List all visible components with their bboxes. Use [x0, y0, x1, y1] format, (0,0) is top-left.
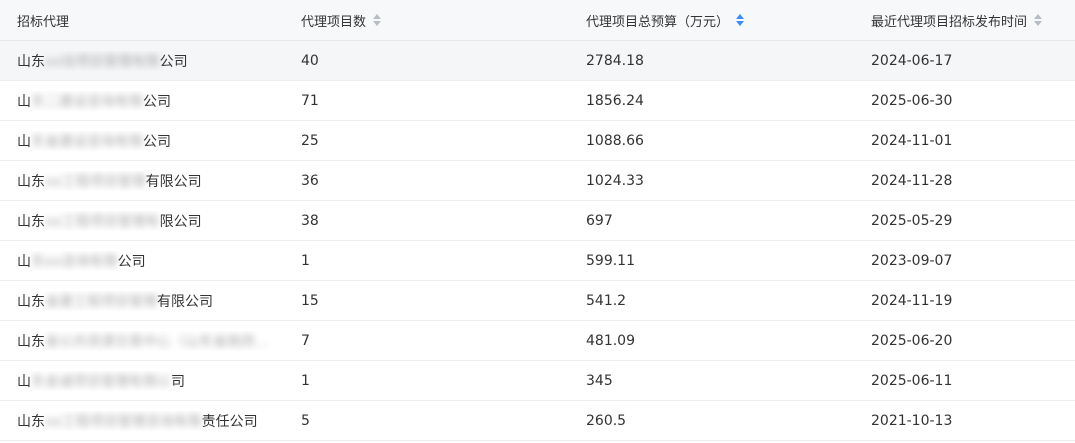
- agent-name-suffix: 公司: [117, 253, 146, 270]
- agent-name[interactable]: 山东xx工程项目管理咨询有限责任公司: [0, 411, 285, 431]
- sort-asc-icon[interactable]: [1034, 14, 1043, 19]
- table-header: 招标代理 代理项目数 代理项目总预算（万元） 最近代理项目招标发布时间: [0, 0, 1075, 41]
- agent-name-prefix: 山: [17, 133, 31, 150]
- agent-name[interactable]: 山东xx工程项目管理有限公司: [0, 211, 285, 231]
- project-budget: 697: [586, 212, 613, 229]
- sort-asc-icon[interactable]: [736, 14, 745, 19]
- agent-name-masked: 东省建设咨询有限: [31, 133, 143, 150]
- agent-name-prefix: 山东: [17, 293, 45, 310]
- project-count: 1: [301, 372, 310, 389]
- header-agent: 招标代理: [0, 11, 285, 30]
- table-row[interactable]: 山东xx信项目管理有限公司 40 2784.18 2024-06-17: [0, 41, 1075, 81]
- project-budget: 345: [586, 372, 613, 389]
- agent-name-suffix: 公司: [143, 93, 171, 110]
- agent-name[interactable]: 山东省建设咨询有限公司: [0, 131, 285, 151]
- table-row[interactable]: 山东xx工程项目管理有限公司 38 697 2025-05-29: [0, 201, 1075, 241]
- sort-icon-active[interactable]: [736, 14, 745, 26]
- project-count: 15: [301, 292, 319, 309]
- agent-name-masked: 省公共资源交易中心（山东省政府...: [45, 333, 269, 350]
- agent-name-suffix: 责任公司: [201, 413, 258, 430]
- sort-desc-icon[interactable]: [736, 21, 745, 26]
- agent-name[interactable]: 山东省公共资源交易中心（山东省政府...: [0, 331, 285, 351]
- agent-name-masked: 东金诚项目管理有限公: [31, 373, 171, 390]
- table-row[interactable]: 山东xx工程项目管理咨询有限责任公司 5 260.5 2021-10-13: [0, 401, 1075, 441]
- agent-name-prefix: 山东: [17, 213, 45, 230]
- header-latest-label: 最近代理项目招标发布时间: [871, 14, 1028, 30]
- sort-asc-icon[interactable]: [373, 14, 382, 19]
- project-budget: 2784.18: [586, 52, 644, 69]
- latest-date: 2024-11-19: [871, 292, 953, 309]
- sort-icon[interactable]: [373, 14, 382, 26]
- header-budget-label: 代理项目总预算（万元）: [586, 14, 730, 30]
- latest-date: 2024-11-28: [871, 172, 953, 189]
- agent-name-masked: xx信项目管理有限: [45, 53, 160, 70]
- header-count[interactable]: 代理项目数: [285, 11, 570, 30]
- latest-date: 2025-05-29: [871, 212, 953, 229]
- agent-name-masked: 省建工程项目管理: [45, 293, 157, 310]
- project-budget: 1856.24: [586, 92, 644, 109]
- project-budget: 260.5: [586, 412, 627, 429]
- agent-name[interactable]: 山东金诚项目管理有限公司: [0, 371, 285, 391]
- table-row[interactable]: 山东省建工程项目管理有限公司 15 541.2 2024-11-19: [0, 281, 1075, 321]
- agent-name[interactable]: 山东xx工程项目管理有限公司: [0, 171, 285, 191]
- agent-name-prefix: 山: [17, 253, 31, 270]
- agent-name-masked: xx工程项目管理: [45, 173, 146, 190]
- table-row[interactable]: 山东省公共资源交易中心（山东省政府... 7 481.09 2025-06-20: [0, 321, 1075, 361]
- header-latest[interactable]: 最近代理项目招标发布时间: [855, 11, 1075, 30]
- project-count: 25: [301, 132, 319, 149]
- latest-date: 2025-06-20: [871, 332, 953, 349]
- latest-date: 2021-10-13: [871, 412, 953, 429]
- sort-desc-icon[interactable]: [1034, 21, 1043, 26]
- project-budget: 481.09: [586, 332, 635, 349]
- project-count: 71: [301, 92, 319, 109]
- agent-name-prefix: 山东: [17, 53, 45, 70]
- agent-name-suffix: 公司: [143, 133, 171, 150]
- project-count: 36: [301, 172, 319, 189]
- table-row[interactable]: 山东xx咨询有限公司 1 599.11 2023-09-07: [0, 241, 1075, 281]
- agent-name[interactable]: 山东省建工程项目管理有限公司: [0, 291, 285, 311]
- agent-name-prefix: 山东: [17, 333, 45, 350]
- project-count: 7: [301, 332, 310, 349]
- sort-icon[interactable]: [1034, 14, 1043, 26]
- latest-date: 2025-06-30: [871, 92, 953, 109]
- latest-date: 2024-11-01: [871, 132, 953, 149]
- agent-name-masked: xx工程项目管理有: [45, 213, 160, 230]
- agent-name[interactable]: 山东xx信项目管理有限公司: [0, 51, 285, 71]
- agent-name-masked: 东二建设咨询有限: [31, 93, 143, 110]
- agent-name[interactable]: 山东xx咨询有限公司: [0, 251, 285, 271]
- table-row[interactable]: 山东二建设咨询有限公司 71 1856.24 2025-06-30: [0, 81, 1075, 121]
- agent-name-masked: xx工程项目管理咨询有限: [45, 413, 202, 430]
- agent-name-prefix: 山东: [17, 413, 45, 430]
- project-budget: 1088.66: [586, 132, 644, 149]
- header-budget[interactable]: 代理项目总预算（万元）: [570, 11, 855, 30]
- agent-name-prefix: 山: [17, 93, 31, 110]
- agent-name-suffix: 有限公司: [157, 293, 213, 310]
- project-count: 1: [301, 252, 310, 269]
- project-count: 40: [301, 52, 319, 69]
- agent-name-masked: 东xx咨询有限: [31, 253, 118, 270]
- table-row[interactable]: 山东xx工程项目管理有限公司 36 1024.33 2024-11-28: [0, 161, 1075, 201]
- project-budget: 541.2: [586, 292, 627, 309]
- agent-name-prefix: 山: [17, 373, 31, 390]
- table-row[interactable]: 山东金诚项目管理有限公司 1 345 2025-06-11: [0, 361, 1075, 401]
- table-row[interactable]: 山东省建设咨询有限公司 25 1088.66 2024-11-01: [0, 121, 1075, 161]
- sort-desc-icon[interactable]: [373, 21, 382, 26]
- agent-name-suffix: 公司: [159, 53, 188, 70]
- latest-date: 2024-06-17: [871, 52, 953, 69]
- agency-table: 招标代理 代理项目数 代理项目总预算（万元） 最近代理项目招标发布时间 山东xx: [0, 0, 1075, 441]
- project-count: 5: [301, 412, 310, 429]
- project-budget: 1024.33: [586, 172, 644, 189]
- header-agent-label: 招标代理: [17, 14, 70, 30]
- agent-name-suffix: 限公司: [159, 213, 202, 230]
- latest-date: 2025-06-11: [871, 372, 953, 389]
- project-budget: 599.11: [586, 252, 635, 269]
- agent-name-suffix: 有限公司: [145, 173, 202, 190]
- agent-name-suffix: 司: [171, 373, 185, 390]
- project-count: 38: [301, 212, 319, 229]
- header-count-label: 代理项目数: [301, 14, 367, 30]
- agent-name[interactable]: 山东二建设咨询有限公司: [0, 91, 285, 111]
- agent-name-prefix: 山东: [17, 173, 45, 190]
- latest-date: 2023-09-07: [871, 252, 953, 269]
